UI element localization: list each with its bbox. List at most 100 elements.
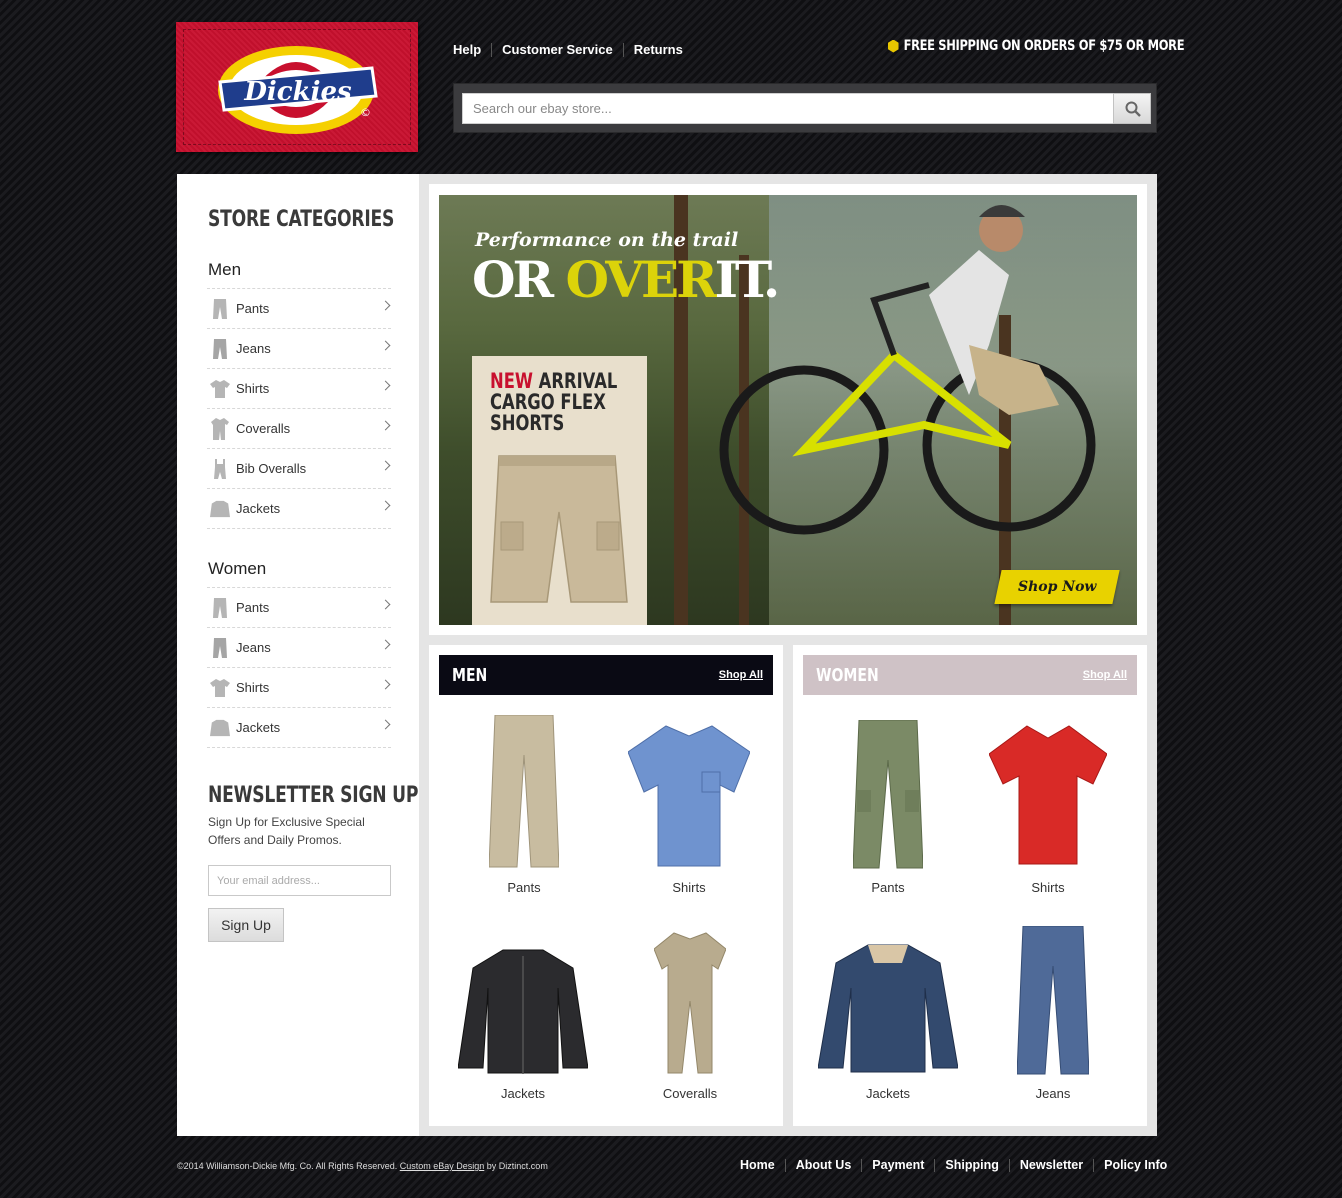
headline-over: OVER	[565, 250, 718, 309]
product-women-pants[interactable]: Pants	[813, 710, 963, 895]
free-shipping-text: FREE SHIPPING ON ORDERS OF $75 OR MORE	[903, 38, 1185, 54]
promo-text: NEW ARRIVAL CARGO FLEX SHORTS	[490, 371, 617, 434]
sidebar-item-label: Pants	[236, 600, 270, 615]
jacket-icon	[210, 498, 230, 520]
store-categories-title: STORE CATEGORIES	[208, 207, 395, 232]
sidebar-item-men-shirts[interactable]: Shirts	[207, 369, 391, 409]
sidebar-item-men-jeans[interactable]: Jeans	[207, 329, 391, 369]
custom-design-link[interactable]: Custom eBay Design	[400, 1161, 485, 1171]
customer-service-link[interactable]: Customer Service	[502, 42, 613, 57]
sidebar-item-women-jeans[interactable]: Jeans	[207, 628, 391, 668]
returns-link[interactable]: Returns	[634, 42, 683, 57]
sidebar-item-men-coveralls[interactable]: Coveralls	[207, 409, 391, 449]
chevron-right-icon	[380, 679, 391, 690]
sidebar-item-label: Coveralls	[236, 421, 291, 436]
sidebar-item-women-pants[interactable]: Pants	[207, 588, 391, 628]
footer-nav: Home About Us Payment Shipping Newslette…	[740, 1158, 1167, 1172]
chevron-right-icon	[380, 500, 391, 511]
search-input[interactable]	[462, 93, 1114, 124]
coveralls-image	[654, 932, 726, 1074]
sidebar-item-label: Jackets	[236, 501, 281, 516]
product-men-pants[interactable]: Pants	[449, 710, 599, 895]
product-name: Jackets	[500, 1086, 546, 1101]
svg-text:©: ©	[360, 106, 371, 119]
sidebar-item-label: Pants	[236, 301, 270, 316]
logo-text: Dickies	[243, 77, 352, 107]
product-name: Shirts	[672, 880, 706, 895]
product-women-jackets[interactable]: Jackets	[813, 916, 963, 1101]
sidebar-item-women-shirts[interactable]: Shirts	[207, 668, 391, 708]
product-name: Jackets	[865, 1086, 911, 1101]
sidebar-item-label: Jeans	[236, 341, 271, 356]
product-name: Jeans	[1035, 1086, 1071, 1101]
women-section-title: WOMEN	[816, 664, 879, 686]
promo-line2: CARGO FLEX	[490, 390, 606, 414]
hero-tagline: Performance on the trail	[475, 229, 739, 251]
footer-home-link[interactable]: Home	[740, 1158, 775, 1172]
chevron-right-icon	[380, 340, 391, 351]
denim-jacket-image	[818, 944, 958, 1073]
top-nav: Help Customer Service Returns	[453, 42, 683, 57]
chevron-right-icon	[380, 719, 391, 730]
sidebar-item-men-bib-overalls[interactable]: Bib Overalls	[207, 449, 391, 489]
copyright-text: ©2014 Williamson-Dickie Mfg. Co. All Rig…	[177, 1161, 548, 1171]
footer-payment-link[interactable]: Payment	[872, 1158, 924, 1172]
men-category-title: Men	[208, 260, 242, 279]
shirt-image	[628, 725, 750, 867]
newsletter-signup-button[interactable]: Sign Up	[208, 908, 284, 942]
product-name: Coveralls	[662, 1086, 718, 1101]
footer-policy-link[interactable]: Policy Info	[1104, 1158, 1167, 1172]
cargo-pants-image	[853, 720, 923, 869]
divider	[1093, 1158, 1095, 1172]
sidebar-item-men-pants[interactable]: Pants	[207, 289, 391, 329]
chevron-right-icon	[380, 599, 391, 610]
divider	[491, 42, 493, 57]
headline-it: IT.	[714, 250, 781, 309]
divider	[784, 1158, 786, 1172]
women-shop-all-link[interactable]: Shop All	[1083, 669, 1127, 681]
chevron-right-icon	[380, 420, 391, 431]
search-bar	[453, 83, 1157, 133]
shop-now-button[interactable]: Shop Now	[994, 570, 1120, 604]
jeans-icon	[210, 637, 230, 659]
shop-now-label: Shop Now	[1017, 579, 1097, 595]
footer-shipping-link[interactable]: Shipping	[945, 1158, 998, 1172]
women-category-list: Pants Jeans Shirts Jackets	[207, 587, 391, 748]
pants-icon	[210, 298, 230, 320]
footer-about-link[interactable]: About Us	[796, 1158, 852, 1172]
help-link[interactable]: Help	[453, 42, 481, 57]
headline-or: OR	[472, 250, 554, 309]
product-men-coveralls[interactable]: Coveralls	[615, 916, 765, 1101]
brand-logo[interactable]: Dickies ©	[176, 22, 418, 152]
product-men-shirts[interactable]: Shirts	[614, 710, 764, 895]
footer-newsletter-link[interactable]: Newsletter	[1020, 1158, 1083, 1172]
men-shop-all-link[interactable]: Shop All	[719, 669, 763, 681]
copyright-notice: ©2014 Williamson-Dickie Mfg. Co. All Rig…	[177, 1161, 398, 1171]
product-name: Pants	[871, 880, 905, 895]
pants-icon	[210, 597, 230, 619]
men-section-title: MEN	[452, 664, 488, 686]
promo-line3: SHORTS	[490, 411, 565, 435]
product-name: Pants	[507, 880, 541, 895]
shirt-icon	[210, 677, 230, 699]
product-men-jackets[interactable]: Jackets	[448, 916, 598, 1101]
divider	[934, 1158, 936, 1172]
search-button[interactable]	[1113, 93, 1151, 124]
newsletter-email-field[interactable]	[208, 865, 391, 896]
sidebar-item-label: Jackets	[236, 720, 281, 735]
hero-headline: OR OVERIT.	[472, 250, 781, 309]
sidebar-item-women-jackets[interactable]: Jackets	[207, 708, 391, 748]
pants-image	[489, 715, 559, 868]
dickies-logo-icon: Dickies ©	[218, 46, 378, 134]
product-women-jeans[interactable]: Jeans	[978, 916, 1128, 1101]
jeans-icon	[210, 338, 230, 360]
divider	[622, 42, 624, 57]
women-section-header: WOMEN Shop All	[803, 655, 1137, 695]
polo-shirt-image	[989, 725, 1107, 865]
product-women-shirts[interactable]: Shirts	[973, 710, 1123, 895]
coveralls-icon	[210, 417, 230, 440]
chevron-right-icon	[380, 460, 391, 471]
free-shipping-banner: FREE SHIPPING ON ORDERS OF $75 OR MORE	[888, 38, 1185, 54]
product-name: Shirts	[1031, 880, 1065, 895]
sidebar-item-men-jackets[interactable]: Jackets	[207, 489, 391, 529]
